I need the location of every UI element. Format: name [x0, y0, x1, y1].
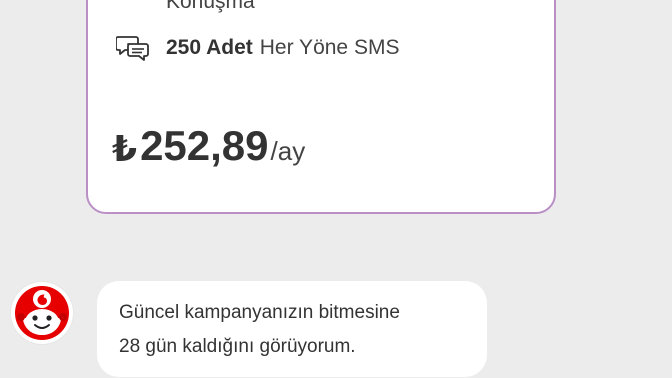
message-line: Güncel kampanyanızın bitmesine: [119, 302, 400, 323]
price-period: /ay: [270, 136, 306, 166]
assistant-message-bubble: Güncel kampanyanızın bitmesine 28 gün ka…: [97, 281, 487, 377]
price-amount: 252,89: [140, 122, 269, 169]
sms-amount: 250 Adet: [166, 36, 253, 59]
message-line: 28 gün kaldığını görüyorum.: [119, 336, 356, 357]
sms-description: Her Yöne SMS: [259, 36, 400, 59]
currency-symbol: ₺: [112, 128, 138, 169]
voice-allowance-label: Konuşma: [166, 0, 255, 13]
price: ₺ 252,89 /ay: [112, 125, 305, 167]
vodafone-assistant-avatar-icon: [15, 286, 69, 340]
chat-bubbles-icon: [116, 36, 149, 61]
sms-allowance-row: 250 Adet Her Yöne SMS: [116, 33, 399, 63]
assistant-avatar: [11, 282, 73, 344]
